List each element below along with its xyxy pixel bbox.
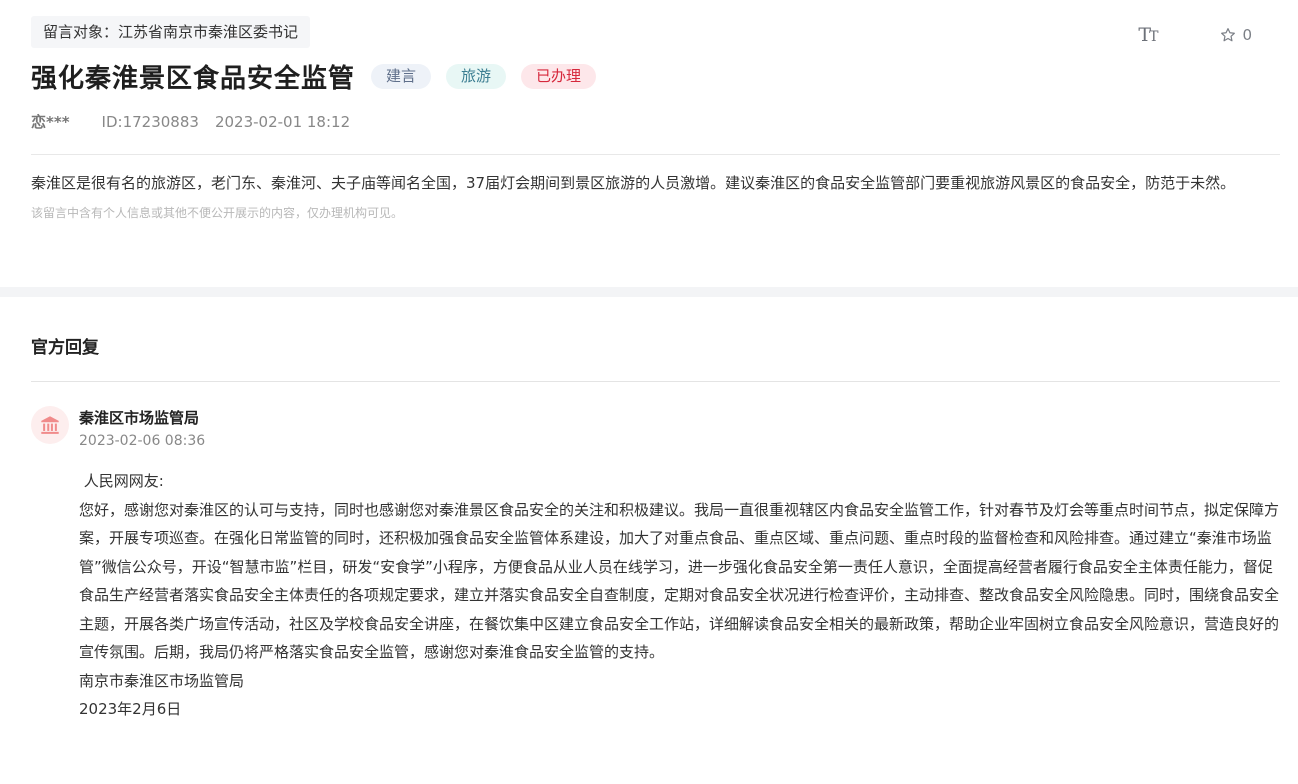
post-id: ID:17230883 — [101, 112, 199, 131]
tag-tourism[interactable]: 旅游 — [446, 64, 507, 89]
post-datetime: 2023-02-01 18:12 — [214, 112, 351, 131]
post-meta: 恋*** ID:17230883 2023-02-01 18:12 — [31, 111, 1280, 132]
post-content: 秦淮区是很有名的旅游区，老门东、秦淮河、夫子庙等闻名全国，37届灯会期间到景区旅… — [31, 174, 1236, 192]
page-title: 强化秦淮景区食品安全监管 — [31, 64, 356, 94]
tag-suggestion[interactable]: 建言 — [371, 64, 432, 89]
org-name: 秦淮区市场监管局 — [79, 409, 200, 427]
reply-text: 您好，感谢您对秦淮区的认可与支持，同时也感谢您对秦淮景区食品安全的关注和积极建议… — [79, 500, 1280, 662]
author-name: 恋*** — [31, 113, 70, 131]
reply-org: 秦淮区市场监管局 2023-02-06 08:36 — [31, 406, 1280, 449]
favorite-button[interactable]: 0 — [1220, 26, 1252, 44]
reply-section-title: 官方回复 — [31, 338, 99, 358]
toolbar: TT 0 — [1138, 24, 1252, 46]
reply-body: 人民网网友: 您好，感谢您对秦淮区的认可与支持，同时也感谢您对秦淮景区食品安全的… — [79, 467, 1279, 724]
reply-greeting: 人民网网友: — [79, 472, 164, 490]
title-row: 强化秦淮景区食品安全监管 建言 旅游 已办理 — [31, 58, 1280, 95]
font-size-button[interactable]: TT — [1138, 24, 1158, 46]
post-section: 留言对象：江苏省南京市秦淮区委书记 TT 0 强化秦淮景区食品安全监管 建言 旅… — [0, 0, 1298, 287]
font-size-icon: TT — [1138, 24, 1158, 46]
divider — [31, 381, 1280, 382]
reply-section: 官方回复 秦淮区市场监管局 2023-02-06 08:36 人民网网友: 您好… — [0, 297, 1298, 724]
reply-signature: 南京市秦淮区市场监管局 — [79, 671, 245, 690]
reply-time: 2023-02-06 08:36 — [79, 433, 206, 449]
government-building-icon — [31, 406, 69, 444]
favorite-count: 0 — [1242, 26, 1252, 44]
divider — [31, 154, 1280, 155]
star-icon — [1221, 28, 1236, 42]
section-separator — [0, 287, 1298, 297]
message-target: 留言对象：江苏省南京市秦淮区委书记 — [31, 16, 311, 48]
message-page: 留言对象：江苏省南京市秦淮区委书记 TT 0 强化秦淮景区食品安全监管 建言 旅… — [0, 0, 1298, 784]
reply-sign-date: 2023年2月6日 — [79, 700, 182, 718]
status-badge: 已办理 — [521, 64, 597, 89]
privacy-note: 该留言中含有个人信息或其他不便公开展示的内容，仅办理机构可见。 — [31, 206, 404, 220]
